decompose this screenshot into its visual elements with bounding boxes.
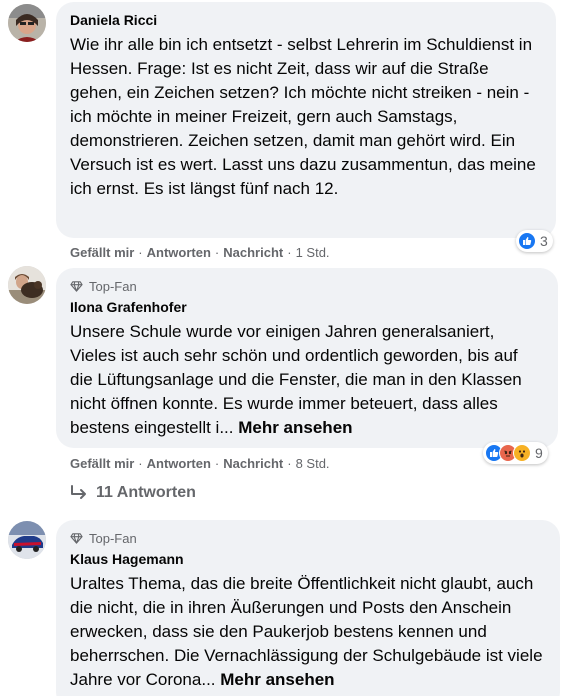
message-button[interactable]: Nachricht	[223, 245, 283, 260]
like-button[interactable]: Gefällt mir	[70, 456, 134, 471]
reaction-count: 9	[535, 445, 543, 461]
separator: ·	[138, 455, 143, 471]
comment-author[interactable]: Klaus Hagemann	[70, 550, 546, 568]
comment-author[interactable]: Daniela Ricci	[70, 11, 542, 29]
top-fan-badge: Top-Fan	[70, 529, 546, 547]
separator: ·	[214, 455, 220, 471]
diamond-icon	[70, 280, 83, 292]
comment-author[interactable]: Ilona Grafenhofer	[70, 298, 544, 316]
like-icon	[518, 232, 536, 250]
reply-button[interactable]: Antworten	[147, 456, 211, 471]
reaction-count: 3	[540, 233, 548, 249]
comment-text: Uraltes Thema, das die breite Öffentlich…	[70, 572, 546, 692]
reply-button[interactable]: Antworten	[147, 245, 211, 260]
top-fan-label: Top-Fan	[89, 278, 137, 294]
diamond-icon	[70, 532, 83, 544]
separator: ·	[214, 244, 220, 260]
comment-text: Unsere Schule wurde vor einigen Jahren g…	[70, 320, 544, 440]
separator: ·	[138, 244, 143, 260]
reaction-summary[interactable]: 9	[483, 442, 548, 464]
reaction-summary[interactable]: 3	[516, 230, 553, 252]
timestamp[interactable]: 8 Std.	[296, 456, 330, 471]
comment-bubble: Top-Fan Ilona Grafenhofer Unsere Schule …	[56, 268, 558, 448]
comment-bubble: Daniela Ricci Wie ihr alle bin ich entse…	[56, 2, 556, 238]
timestamp[interactable]: 1 Std.	[296, 245, 330, 260]
separator: ·	[287, 455, 292, 471]
message-button[interactable]: Nachricht	[223, 456, 283, 471]
see-more-link[interactable]: Mehr ansehen	[220, 670, 334, 689]
separator: ·	[287, 244, 292, 260]
comment-actions: Gefällt mir · Antworten · Nachricht · 8 …	[70, 454, 330, 472]
comment-bubble: Top-Fan Klaus Hagemann Uraltes Thema, da…	[56, 520, 560, 696]
comment-actions: Gefällt mir · Antworten · Nachricht · 1 …	[70, 243, 330, 261]
like-button[interactable]: Gefällt mir	[70, 245, 134, 260]
top-fan-label: Top-Fan	[89, 530, 137, 546]
see-more-link[interactable]: Mehr ansehen	[238, 418, 352, 437]
avatar[interactable]	[8, 4, 46, 42]
comment-text: Wie ihr alle bin ich entsetzt - selbst L…	[70, 35, 536, 198]
reply-arrow-icon	[71, 485, 86, 499]
top-fan-badge: Top-Fan	[70, 277, 544, 295]
avatar[interactable]	[8, 266, 46, 304]
view-replies-button[interactable]: 11 Antworten	[70, 484, 196, 502]
replies-label: 11 Antworten	[96, 484, 196, 501]
avatar[interactable]	[8, 521, 46, 559]
wow-icon	[513, 444, 531, 462]
